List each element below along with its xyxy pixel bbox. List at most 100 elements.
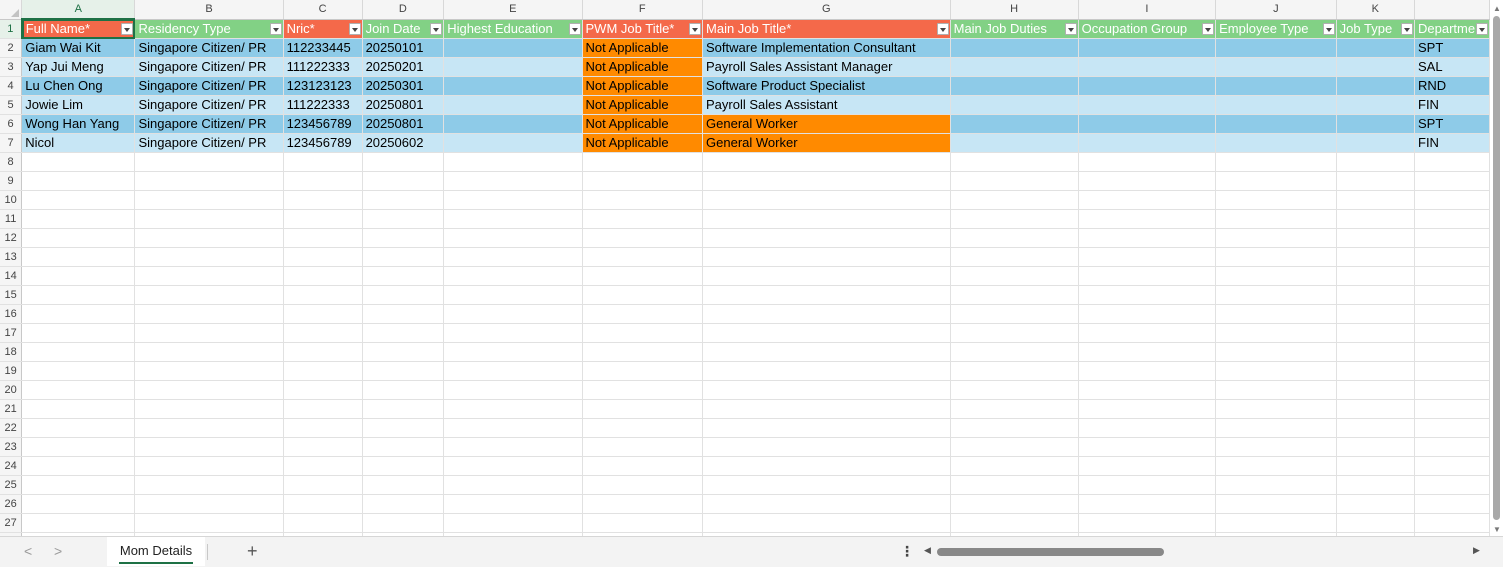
- empty-cell[interactable]: [21, 152, 136, 172]
- empty-cell[interactable]: [950, 304, 1079, 324]
- table-cell[interactable]: Singapore Citizen/ PR: [134, 95, 284, 115]
- table-cell[interactable]: [950, 57, 1079, 77]
- filter-dropdown-icon[interactable]: [1401, 22, 1413, 35]
- empty-cell[interactable]: [283, 304, 363, 324]
- table-cell[interactable]: [1336, 114, 1416, 134]
- empty-cell[interactable]: [21, 190, 136, 210]
- empty-cell[interactable]: [702, 152, 951, 172]
- empty-cell[interactable]: [1336, 152, 1416, 172]
- table-cell[interactable]: Not Applicable: [582, 95, 704, 115]
- column-letter[interactable]: [1414, 0, 1490, 20]
- table-cell[interactable]: [1215, 38, 1337, 58]
- table-cell[interactable]: [1215, 114, 1337, 134]
- row-number[interactable]: 12: [0, 228, 23, 248]
- table-cell[interactable]: Not Applicable: [582, 38, 704, 58]
- table-cell[interactable]: [1336, 38, 1416, 58]
- empty-cell[interactable]: [443, 190, 583, 210]
- empty-cell[interactable]: [1336, 266, 1416, 286]
- row-number[interactable]: 27: [0, 513, 23, 533]
- empty-cell[interactable]: [1414, 323, 1490, 343]
- table-cell[interactable]: [443, 76, 583, 96]
- empty-cell[interactable]: [1336, 475, 1416, 495]
- empty-cell[interactable]: [702, 380, 951, 400]
- empty-cell[interactable]: [283, 380, 363, 400]
- row-number[interactable]: 5: [0, 95, 23, 115]
- empty-cell[interactable]: [582, 247, 704, 267]
- table-cell[interactable]: [443, 38, 583, 58]
- empty-cell[interactable]: [1215, 513, 1337, 533]
- filter-dropdown-icon[interactable]: [430, 22, 443, 35]
- table-cell[interactable]: RND: [1414, 76, 1490, 96]
- table-cell[interactable]: Lu Chen Ong: [21, 76, 136, 96]
- table-cell[interactable]: 20250101: [362, 38, 445, 58]
- empty-cell[interactable]: [1414, 494, 1490, 514]
- empty-cell[interactable]: [1215, 171, 1337, 191]
- empty-cell[interactable]: [582, 494, 704, 514]
- empty-cell[interactable]: [21, 342, 136, 362]
- column-letter[interactable]: G: [702, 0, 951, 20]
- column-letter[interactable]: F: [582, 0, 704, 20]
- empty-cell[interactable]: [443, 475, 583, 495]
- empty-cell[interactable]: [443, 437, 583, 457]
- empty-cell[interactable]: [582, 437, 704, 457]
- empty-cell[interactable]: [443, 323, 583, 343]
- empty-cell[interactable]: [950, 247, 1079, 267]
- empty-cell[interactable]: [1414, 380, 1490, 400]
- empty-cell[interactable]: [443, 418, 583, 438]
- empty-cell[interactable]: [362, 342, 445, 362]
- table-cell[interactable]: [1078, 95, 1217, 115]
- empty-cell[interactable]: [1336, 437, 1416, 457]
- sheet-tab-mom-details[interactable]: Mom Details: [107, 537, 205, 566]
- empty-cell[interactable]: [1078, 494, 1217, 514]
- row-number[interactable]: 11: [0, 209, 23, 229]
- table-cell[interactable]: Singapore Citizen/ PR: [134, 114, 284, 134]
- header-cell[interactable]: Job Type: [1336, 19, 1416, 39]
- empty-cell[interactable]: [443, 171, 583, 191]
- empty-cell[interactable]: [1078, 190, 1217, 210]
- column-letter[interactable]: I: [1078, 0, 1217, 20]
- empty-cell[interactable]: [283, 494, 363, 514]
- row-number[interactable]: 1: [0, 19, 23, 39]
- empty-cell[interactable]: [362, 152, 445, 172]
- empty-cell[interactable]: [283, 513, 363, 533]
- empty-cell[interactable]: [21, 475, 136, 495]
- empty-cell[interactable]: [21, 418, 136, 438]
- empty-cell[interactable]: [950, 399, 1079, 419]
- empty-cell[interactable]: [1215, 285, 1337, 305]
- empty-cell[interactable]: [1336, 380, 1416, 400]
- empty-cell[interactable]: [1336, 228, 1416, 248]
- header-cell[interactable]: Main Job Duties: [950, 19, 1079, 39]
- table-cell[interactable]: Software Product Specialist: [702, 76, 951, 96]
- table-cell[interactable]: 20250801: [362, 114, 445, 134]
- empty-cell[interactable]: [1414, 418, 1490, 438]
- empty-cell[interactable]: [702, 437, 951, 457]
- empty-cell[interactable]: [362, 285, 445, 305]
- empty-cell[interactable]: [283, 228, 363, 248]
- empty-cell[interactable]: [443, 247, 583, 267]
- table-cell[interactable]: 20250801: [362, 95, 445, 115]
- empty-cell[interactable]: [283, 399, 363, 419]
- empty-cell[interactable]: [1336, 513, 1416, 533]
- empty-cell[interactable]: [134, 380, 284, 400]
- empty-cell[interactable]: [1215, 152, 1337, 172]
- empty-cell[interactable]: [1336, 247, 1416, 267]
- empty-cell[interactable]: [134, 266, 284, 286]
- empty-cell[interactable]: [702, 171, 951, 191]
- filter-dropdown-icon[interactable]: [348, 22, 361, 35]
- empty-cell[interactable]: [1414, 247, 1490, 267]
- empty-cell[interactable]: [582, 266, 704, 286]
- empty-cell[interactable]: [283, 475, 363, 495]
- empty-cell[interactable]: [582, 418, 704, 438]
- empty-cell[interactable]: [21, 209, 136, 229]
- table-cell[interactable]: [1336, 95, 1416, 115]
- header-cell[interactable]: Full Name*: [21, 19, 136, 39]
- empty-cell[interactable]: [1215, 494, 1337, 514]
- row-number[interactable]: 25: [0, 475, 23, 495]
- column-letter[interactable]: D: [362, 0, 445, 20]
- empty-cell[interactable]: [1336, 418, 1416, 438]
- empty-cell[interactable]: [21, 266, 136, 286]
- table-cell[interactable]: General Worker: [702, 114, 951, 134]
- empty-cell[interactable]: [1215, 190, 1337, 210]
- filter-dropdown-icon[interactable]: [1322, 22, 1335, 35]
- empty-cell[interactable]: [362, 171, 445, 191]
